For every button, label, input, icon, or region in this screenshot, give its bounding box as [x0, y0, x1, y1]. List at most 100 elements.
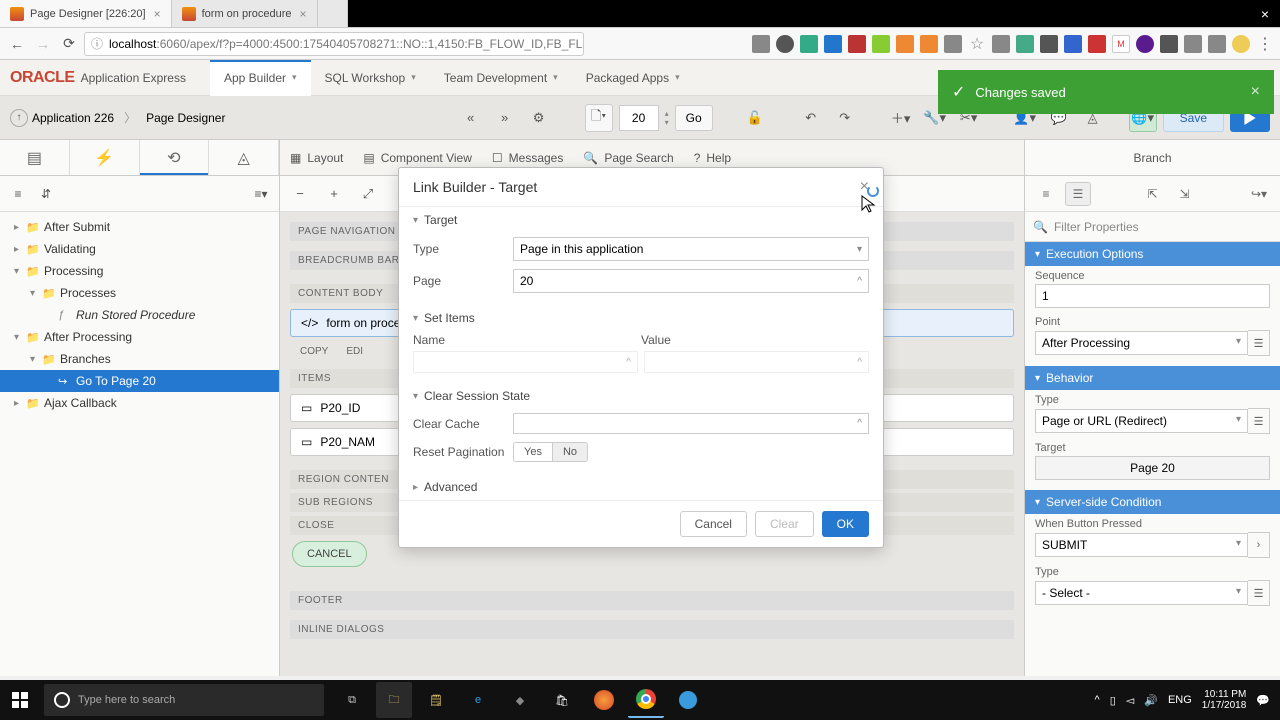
section-clear-session[interactable]: ▾Clear Session State — [399, 383, 883, 409]
ext-icon[interactable] — [944, 35, 962, 53]
list-icon[interactable]: ☰ — [1248, 408, 1270, 434]
ext-icon[interactable] — [896, 35, 914, 53]
list-icon[interactable]: ☰ — [1248, 330, 1270, 356]
tree-run-stored[interactable]: ƒRun Stored Procedure — [0, 304, 279, 326]
notifications-icon[interactable]: 💬 — [1256, 694, 1270, 707]
menu-sql-workshop[interactable]: SQL Workshop▾ — [311, 60, 430, 96]
breadcrumb-page[interactable]: Page Designer — [146, 111, 225, 125]
section-behavior[interactable]: ▾Behavior — [1025, 366, 1280, 390]
tray-chevron-icon[interactable]: ^ — [1095, 694, 1100, 706]
filter-properties[interactable]: 🔍Filter Properties — [1025, 212, 1280, 242]
firefox-icon[interactable] — [586, 682, 622, 718]
tree-validating[interactable]: ▸📁Validating — [0, 238, 279, 260]
ext-icon[interactable] — [1040, 35, 1058, 53]
ext-icon[interactable] — [1184, 35, 1202, 53]
page-input[interactable]: 20^ — [513, 269, 869, 293]
menu-icon[interactable]: ≡▾ — [249, 182, 273, 206]
menu-team-dev[interactable]: Team Development▾ — [430, 60, 572, 96]
tree-ajax[interactable]: ▸📁Ajax Callback — [0, 392, 279, 414]
edge-icon[interactable]: e — [460, 682, 496, 718]
yahoo-icon[interactable] — [1136, 35, 1154, 53]
view2-icon[interactable]: ☰ — [1065, 182, 1091, 206]
group-icon[interactable]: ⇵ — [34, 182, 58, 206]
ext-icon[interactable] — [1232, 35, 1250, 53]
app-icon[interactable]: ◆ — [502, 682, 538, 718]
battery-icon[interactable]: ▯ — [1110, 694, 1116, 707]
gear-icon[interactable]: ⚙ — [525, 104, 553, 132]
breadcrumb-app[interactable]: ↑Application 226 — [10, 109, 114, 127]
clock[interactable]: 10:11 PM1/17/2018 — [1202, 689, 1247, 711]
volume-icon[interactable]: 🔊 — [1144, 694, 1158, 707]
sort-icon[interactable]: ≡ — [6, 182, 30, 206]
clear-button[interactable]: Clear — [755, 511, 814, 537]
ext-icon[interactable] — [920, 35, 938, 53]
ext-icon[interactable] — [848, 35, 866, 53]
tab-help[interactable]: ?Help — [694, 151, 731, 165]
prev-page-button[interactable]: « — [457, 104, 485, 132]
menu-app-builder[interactable]: App Builder▾ — [210, 60, 311, 96]
menu-packaged-apps[interactable]: Packaged Apps▾ — [572, 60, 694, 96]
forward-button[interactable]: → — [32, 33, 54, 55]
ext-icon[interactable] — [752, 35, 770, 53]
taskbar-search[interactable]: Type here to search — [44, 684, 324, 716]
ext-icon[interactable] — [1016, 35, 1034, 53]
window-close-icon[interactable]: × — [1250, 0, 1280, 27]
property-tab[interactable]: Branch — [1025, 140, 1280, 176]
ext-icon[interactable] — [776, 35, 794, 53]
tab-messages[interactable]: ☐Messages — [492, 151, 563, 165]
redo-button[interactable]: ↷ — [831, 104, 859, 132]
tree-processing[interactable]: ▾📁Processing — [0, 260, 279, 282]
reload-button[interactable]: ⟳ — [58, 33, 80, 55]
toggle-no[interactable]: No — [552, 443, 587, 461]
target-button[interactable]: Page 20 — [1035, 456, 1270, 480]
ext-icon[interactable] — [800, 35, 818, 53]
close-icon[interactable]: × — [154, 7, 161, 21]
lock-icon[interactable]: 🔓 — [741, 104, 769, 132]
name-cell[interactable]: ^ — [413, 351, 638, 373]
wbp-select[interactable]: SUBMIT▾ — [1035, 533, 1248, 557]
go-button[interactable]: Go — [675, 105, 713, 131]
section-set-items[interactable]: ▾Set Items — [399, 305, 883, 331]
page-number-input[interactable] — [619, 105, 659, 131]
collapse-icon[interactable]: ⇱ — [1140, 182, 1166, 206]
tab-layout[interactable]: ▦Layout — [290, 151, 343, 165]
ext-icon[interactable] — [872, 35, 890, 53]
undo-button[interactable]: ↶ — [797, 104, 825, 132]
url-input[interactable]: ⓘ localhost:6060/apex/f?p=4000:4500:1754… — [84, 32, 584, 56]
section-advanced[interactable]: ▸Advanced — [399, 474, 883, 500]
app-icon[interactable] — [670, 682, 706, 718]
ext-icon[interactable] — [1160, 35, 1178, 53]
value-cell[interactable]: ^ — [644, 351, 869, 373]
back-button[interactable]: ← — [6, 33, 28, 55]
store-icon[interactable]: 🛍 — [544, 682, 580, 718]
explorer-icon[interactable]: 🗀 — [376, 682, 412, 718]
browser-tab-1[interactable]: Page Designer [226:20] × — [0, 0, 172, 27]
ctype-select[interactable]: - Select -▾ — [1035, 581, 1248, 605]
ext-icon[interactable] — [992, 35, 1010, 53]
clear-cache-input[interactable]: ^ — [513, 413, 869, 434]
cancel-button[interactable]: Cancel — [680, 511, 747, 537]
processing-tab[interactable]: ⟲ — [140, 140, 210, 175]
taskview-icon[interactable]: ⧉ — [334, 682, 370, 718]
sequence-input[interactable] — [1035, 284, 1270, 308]
tab-component[interactable]: ▤Component View — [363, 151, 472, 165]
dynamic-tab[interactable]: ⚡ — [70, 140, 140, 175]
cancel-button-region[interactable]: CANCEL — [292, 541, 367, 567]
star-icon[interactable]: ☆ — [968, 35, 986, 53]
section-exec-options[interactable]: ▾Execution Options — [1025, 242, 1280, 266]
expand-icon[interactable]: ⇲ — [1172, 182, 1198, 206]
point-select[interactable]: After Processing▾ — [1035, 331, 1248, 355]
lang-indicator[interactable]: ENG — [1168, 694, 1192, 706]
chrome-icon[interactable] — [628, 682, 664, 718]
ok-button[interactable]: OK — [822, 511, 869, 537]
ext-icon[interactable] — [1088, 35, 1106, 53]
notes-icon[interactable]: 🗒 — [418, 682, 454, 718]
tree-after-processing[interactable]: ▾📁After Processing — [0, 326, 279, 348]
ext-icon[interactable] — [1064, 35, 1082, 53]
create-button[interactable]: ＋▾ — [887, 104, 915, 132]
type-select[interactable]: Page or URL (Redirect)▾ — [1035, 409, 1248, 433]
list-icon[interactable]: ☰ — [1248, 580, 1270, 606]
next-page-button[interactable]: » — [491, 104, 519, 132]
gmail-icon[interactable]: M — [1112, 35, 1130, 53]
view1-icon[interactable]: ≡ — [1033, 182, 1059, 206]
